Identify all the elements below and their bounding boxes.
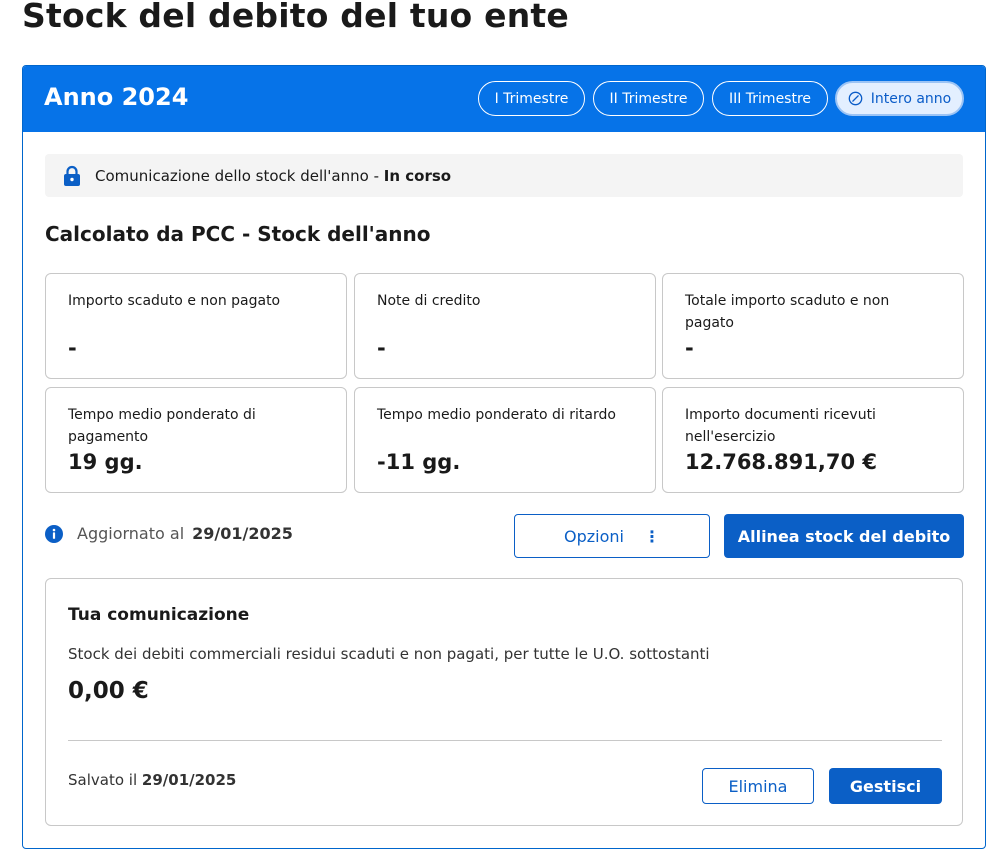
tab-intero-anno[interactable]: Intero anno	[835, 81, 964, 116]
metric-tempo-pagamento: Tempo medio ponderato di pagamento 19 gg…	[45, 387, 347, 493]
metric-value: -11 gg.	[377, 450, 461, 474]
tab-label: III Trimestre	[728, 90, 812, 107]
communication-card: Tua comunicazione Stock dei debiti comme…	[45, 578, 963, 826]
metric-value: 19 gg.	[68, 450, 143, 474]
metric-label: Tempo medio ponderato di pagamento	[68, 407, 256, 445]
tab-label: I Trimestre	[494, 90, 569, 107]
year-title: Anno 2024	[44, 83, 189, 111]
communication-amount: 0,00 €	[68, 678, 149, 704]
align-stock-button[interactable]: Allinea stock del debito	[724, 514, 964, 558]
metric-tempo-ritardo: Tempo medio ponderato di ritardo -11 gg.	[354, 387, 656, 493]
saved-info: Salvato il 29/01/2025	[68, 771, 236, 789]
status-text: Comunicazione dello stock dell'anno - In…	[95, 167, 451, 185]
card-header: Anno 2024 I Trimestre II Trimestre III T…	[23, 66, 985, 132]
saved-label: Salvato il	[68, 771, 138, 789]
page-title: Stock del debito del tuo ente	[22, 0, 569, 35]
updated-info: Aggiornato al 29/01/2025	[45, 524, 293, 543]
metric-totale-scaduto: Totale importo scaduto e non pagato -	[662, 273, 964, 379]
status-prefix: Comunicazione dello stock dell'anno	[95, 166, 369, 185]
metric-label: Importo scaduto e non pagato	[68, 293, 281, 309]
options-button[interactable]: Opzioni ⋮	[514, 514, 710, 558]
communication-title: Tua comunicazione	[68, 605, 250, 625]
stock-card: Anno 2024 I Trimestre II Trimestre III T…	[22, 65, 986, 849]
status-state: In corso	[383, 166, 452, 185]
tab-ii-trimestre[interactable]: II Trimestre	[593, 81, 704, 116]
divider	[68, 740, 942, 741]
metric-importo-documenti: Importo documenti ricevuti nell'esercizi…	[662, 387, 964, 493]
metric-label: Tempo medio ponderato di ritardo	[377, 407, 616, 423]
metric-importo-scaduto: Importo scaduto e non pagato -	[45, 273, 347, 379]
status-separator: -	[368, 166, 384, 185]
section-title: Calcolato da PCC - Stock dell'anno	[45, 222, 431, 246]
updated-date: 29/01/2025	[192, 524, 293, 543]
metric-label: Importo documenti ricevuti nell'esercizi…	[685, 407, 876, 445]
options-label: Opzioni	[564, 526, 624, 546]
metric-value: -	[685, 336, 694, 360]
metric-value: -	[68, 336, 77, 360]
tab-label: Intero anno	[870, 90, 952, 107]
delete-button[interactable]: Elimina	[702, 768, 814, 804]
tab-i-trimestre[interactable]: I Trimestre	[478, 81, 585, 116]
lock-icon	[64, 165, 80, 186]
communication-description: Stock dei debiti commerciali residui sca…	[68, 645, 710, 663]
metric-value: 12.768.891,70 €	[685, 450, 877, 474]
updated-label: Aggiornato al	[77, 524, 185, 543]
metric-label: Note di credito	[377, 293, 481, 309]
metric-note-credito: Note di credito -	[354, 273, 656, 379]
check-circle-icon	[848, 91, 863, 106]
saved-date: 29/01/2025	[141, 771, 237, 789]
kebab-icon: ⋮	[643, 526, 660, 546]
status-banner: Comunicazione dello stock dell'anno - In…	[45, 154, 963, 197]
metric-value: -	[377, 336, 386, 360]
metric-label: Totale importo scaduto e non pagato	[685, 293, 890, 331]
tab-label: II Trimestre	[609, 90, 688, 107]
tab-iii-trimestre[interactable]: III Trimestre	[712, 81, 828, 116]
manage-button[interactable]: Gestisci	[829, 768, 942, 804]
info-icon	[45, 524, 63, 543]
